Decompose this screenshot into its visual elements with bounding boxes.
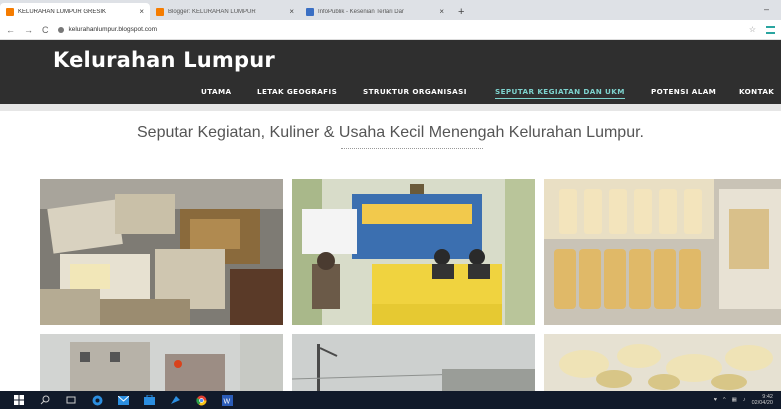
nav-item-letak-geografis[interactable]: LETAK GEOGRAFIS — [257, 87, 337, 96]
people-icon[interactable]: ♥ — [714, 397, 717, 403]
clock[interactable]: 9:42 02/04/20 — [752, 394, 773, 406]
store-icon[interactable] — [143, 394, 155, 406]
photo-meeting-room[interactable] — [292, 179, 535, 325]
nav-item-seputar-kegiatan[interactable]: SEPUTAR KEGIATAN DAN UKM — [495, 87, 625, 96]
bookmark-star-icon[interactable]: ☆ — [749, 25, 756, 34]
nav-item-utama[interactable]: UTAMA — [201, 87, 231, 96]
tab-title: KELURAHAN LUMPUR GRESIK — [18, 8, 107, 15]
header-shadow-strip — [0, 104, 781, 111]
blogger-favicon-icon — [6, 7, 14, 16]
back-button[interactable]: ← — [6, 25, 15, 35]
new-tab-button[interactable]: + — [450, 6, 472, 20]
extension-menu-icon[interactable] — [766, 25, 775, 34]
site-title[interactable]: Kelurahan Lumpur — [53, 48, 275, 72]
explorer-icon[interactable] — [169, 394, 181, 406]
word-icon[interactable]: W — [221, 394, 233, 406]
tab-title: InfoPublik - Kesenian Terlari Dar — [318, 8, 404, 15]
tab-title: Blogger: KELURAHAN LUMPUR — [168, 8, 256, 15]
page-title: Seputar Kegiatan, Kuliner & Usaha Kecil … — [137, 124, 644, 141]
close-tab-icon[interactable]: × — [139, 7, 144, 16]
photo-street[interactable] — [292, 334, 535, 391]
photo-building[interactable] — [40, 334, 283, 391]
task-view-icon[interactable] — [65, 394, 77, 406]
close-tab-icon[interactable]: × — [289, 7, 294, 16]
browser-tab[interactable]: InfoPublik - Kesenian Terlari Dar × — [300, 3, 450, 20]
edge-icon[interactable] — [91, 394, 103, 406]
reload-button[interactable]: C — [42, 25, 49, 35]
infopublik-favicon-icon — [306, 7, 314, 16]
volume-icon[interactable]: ♪ — [743, 397, 746, 403]
chrome-icon[interactable] — [195, 394, 207, 406]
search-icon[interactable] — [39, 394, 51, 406]
site-header: Kelurahan Lumpur UTAMA LETAK GEOGRAFIS S… — [0, 40, 781, 104]
nav-item-struktur-organisasi[interactable]: STRUKTUR ORGANISASI — [363, 87, 467, 96]
system-tray: ♥ ^ ▦ ♪ 9:42 02/04/20 — [714, 394, 773, 406]
address-bar: ← → C kelurahanlumpur.blogspot.com ☆ — [0, 20, 781, 40]
chevron-up-icon[interactable]: ^ — [723, 397, 726, 403]
browser-tab[interactable]: KELURAHAN LUMPUR GRESIK × — [0, 3, 150, 20]
close-tab-icon[interactable]: × — [439, 7, 444, 16]
clock-date: 02/04/20 — [751, 400, 773, 406]
browser-tab-strip: KELURAHAN LUMPUR GRESIK × Blogger: KELUR… — [0, 0, 781, 20]
url-field[interactable]: kelurahanlumpur.blogspot.com — [57, 26, 158, 33]
mail-icon[interactable] — [117, 394, 129, 406]
browser-tab[interactable]: Blogger: KELURAHAN LUMPUR × — [150, 3, 300, 20]
nav-item-potensi-alam[interactable]: POTENSI ALAM — [651, 87, 716, 96]
taskbar: W ♥ ^ ▦ ♪ 9:42 02/04/20 — [0, 391, 781, 409]
blogger-favicon-icon — [156, 7, 164, 16]
url-text: kelurahanlumpur.blogspot.com — [68, 26, 158, 33]
forward-button[interactable]: → — [24, 25, 33, 35]
lock-icon — [57, 26, 64, 33]
network-icon[interactable]: ▦ — [732, 397, 737, 403]
title-divider — [341, 148, 483, 149]
active-nav-underline — [495, 98, 625, 99]
photo-food-packages[interactable] — [40, 179, 283, 325]
minimize-button[interactable]: – — [764, 4, 769, 14]
svg-text:W: W — [223, 398, 230, 405]
photo-crackers[interactable] — [544, 179, 781, 325]
nav-item-kontak[interactable]: KONTAK — [739, 87, 774, 96]
main-nav: UTAMA LETAK GEOGRAFIS STRUKTUR ORGANISAS… — [0, 87, 781, 99]
photo-chips[interactable] — [544, 334, 781, 391]
windows-icon[interactable] — [13, 394, 25, 406]
